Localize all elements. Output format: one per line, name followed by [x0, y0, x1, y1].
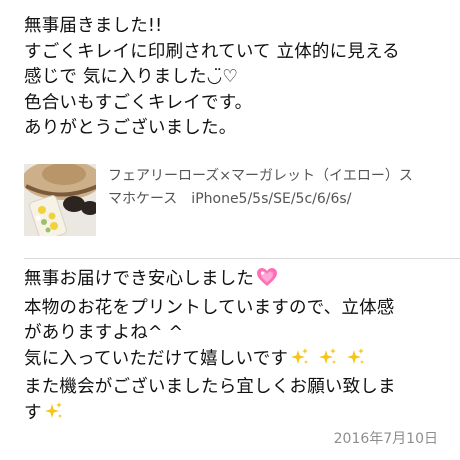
product-thumbnail[interactable]	[24, 164, 96, 236]
review-line: 無事届きました!!	[24, 16, 163, 36]
product-name[interactable]: フェアリーローズ×マーガレット（イエロー）ス マホケース iPhone5/5s/…	[108, 165, 438, 211]
product-link[interactable]: フェアリーローズ×マーガレット（イエロー）ス マホケース iPhone5/5s/…	[24, 164, 444, 238]
review-text: 無事届きました!! すごくキレイに印刷されていて 立体的に見える 感じで 気に入…	[24, 14, 444, 142]
reply-line: 無事お届けでき安心しました	[24, 267, 454, 296]
product-photo-icon	[24, 164, 96, 236]
sparkles-icon	[318, 347, 338, 376]
reply-line: 本物のお花をプリントしていますので、立体感	[24, 297, 395, 318]
sparkles-icon	[346, 347, 366, 376]
sparkling-heart-icon	[256, 267, 278, 296]
sparkles-icon	[44, 401, 64, 430]
reply-line: がありますよね^ ^	[24, 323, 184, 343]
reply-text: す	[24, 402, 42, 423]
reply-line: 気に入っていただけて嬉しいです	[24, 347, 454, 376]
reply-line: また機会がございましたら宜しくお願い致しま	[24, 377, 396, 397]
review-line: ありがとうございました。	[24, 118, 237, 138]
shop-reply: 無事お届けでき安心しました 本物のお花をプリントしていますので、立体感 がありま…	[24, 267, 454, 429]
reply-date: 2016年7月10日	[333, 431, 438, 447]
reply-text: 気に入っていただけて嬉しいです	[24, 348, 289, 369]
reply-text: 無事お届けでき安心しました	[24, 269, 255, 289]
sparkles-icon	[290, 347, 310, 376]
reply-line: す	[24, 401, 454, 430]
product-name-line: マホケース iPhone5/5s/SE/5c/6/6s/	[108, 191, 352, 207]
review-line: 色合いもすごくキレイです。	[24, 92, 253, 113]
review-line: 感じで 気に入りました◡̈♡	[24, 67, 239, 87]
divider	[24, 258, 460, 259]
review-line: すごくキレイに印刷されていて 立体的に見える	[24, 41, 400, 62]
product-name-line: フェアリーローズ×マーガレット（イエロー）ス	[108, 168, 413, 184]
